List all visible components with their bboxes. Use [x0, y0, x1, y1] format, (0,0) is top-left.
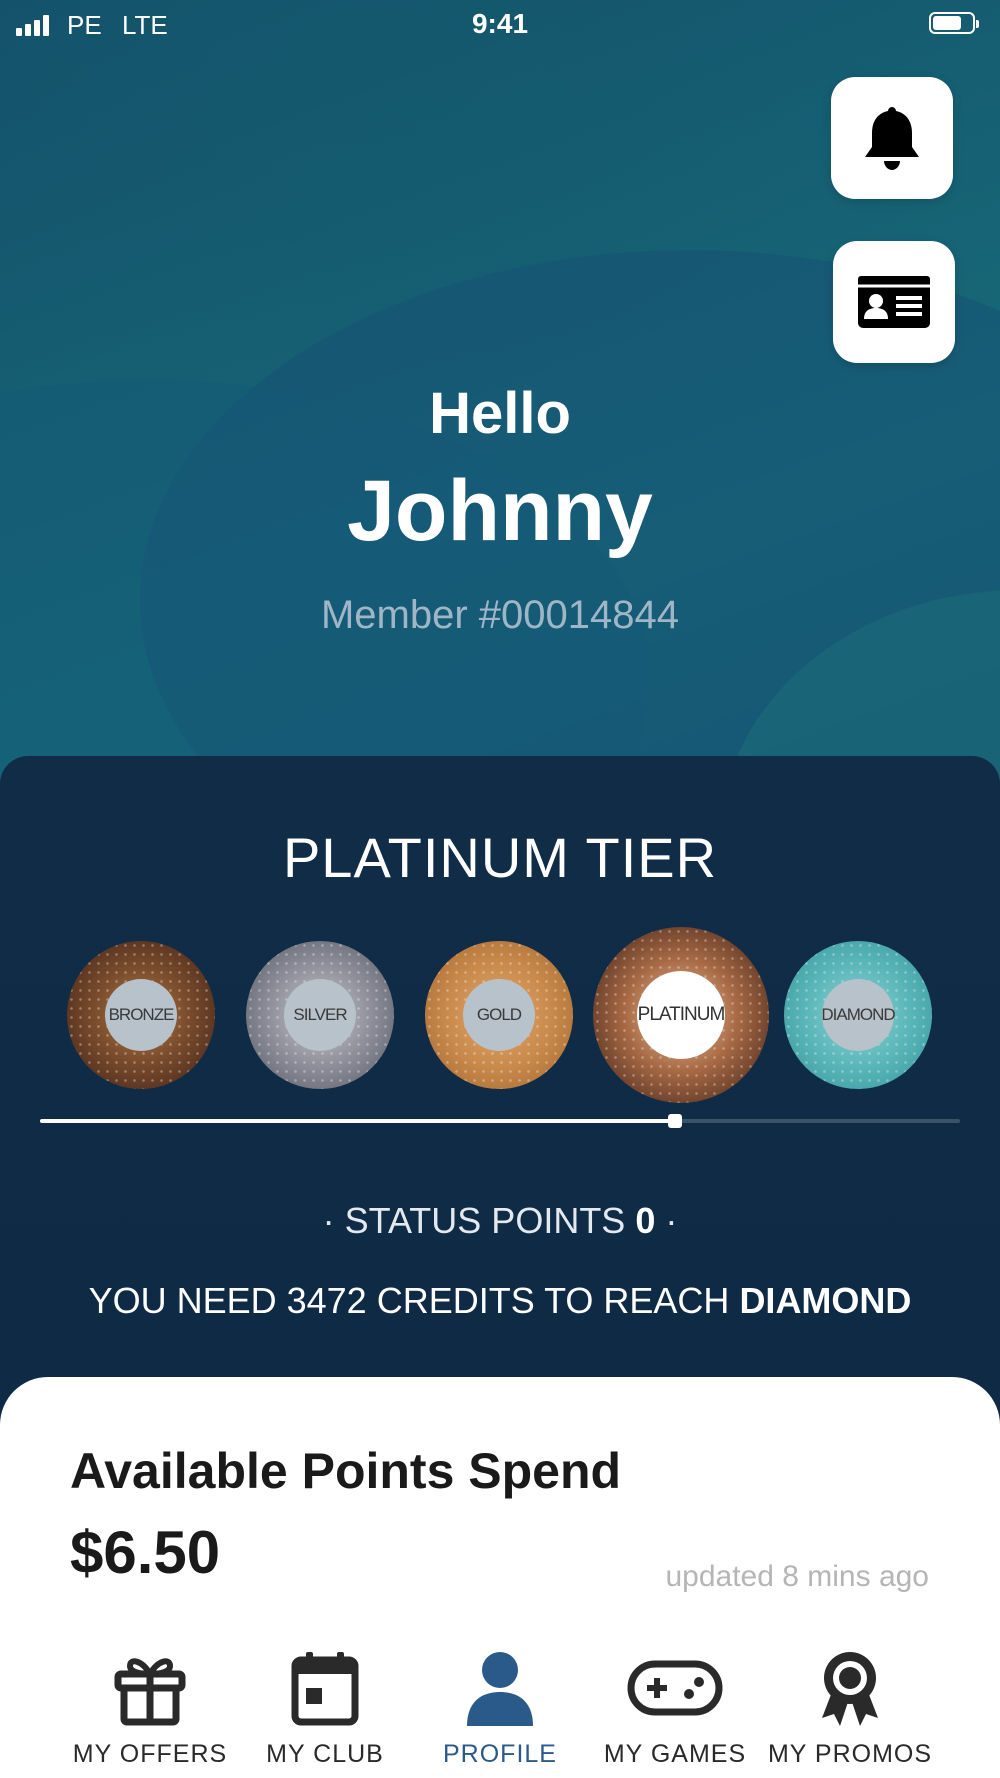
tier-progress-knob	[667, 1114, 682, 1128]
tier-badge-silver[interactable]: SILVER	[246, 941, 394, 1089]
tier-badge-bronze[interactable]: BRONZE	[67, 941, 215, 1089]
tier-badge-label: SILVER	[284, 979, 356, 1051]
tier-badge-platinum[interactable]: PLATINUM	[593, 927, 769, 1103]
status-bar: PE LTE 9:41	[0, 0, 1000, 50]
points-value: $6.50	[70, 1519, 221, 1586]
notifications-button[interactable]	[831, 77, 953, 199]
tab-my-offers[interactable]: MY OFFERS	[60, 1640, 240, 1769]
tier-badge-gold[interactable]: GOLD	[425, 941, 573, 1089]
tier-badge-diamond[interactable]: DIAMOND	[784, 941, 932, 1089]
clock: 9:41	[471, 8, 529, 39]
tab-my-promos[interactable]: MY PROMOS	[760, 1640, 940, 1769]
tier-badge-label: GOLD	[463, 979, 535, 1051]
bell-icon	[865, 107, 919, 170]
tab-label: MY OFFERS	[72, 1740, 228, 1768]
tab-profile[interactable]: PROFILE	[410, 1640, 590, 1769]
gamepad-icon	[627, 1660, 723, 1716]
tab-bar: MY OFFERS MY CLUB PROFILE MY GAMES MY PR…	[0, 1640, 1000, 1778]
credits-needed-text: YOU NEED 3472 CREDITS TO REACH DIAMOND	[88, 1280, 912, 1321]
id-card-icon	[858, 276, 930, 328]
award-icon	[822, 1652, 878, 1726]
tab-my-games[interactable]: MY GAMES	[585, 1640, 765, 1769]
tier-progress-bar	[40, 1114, 960, 1128]
tier-badge-label: BRONZE	[105, 979, 177, 1051]
status-points-value: 0	[635, 1200, 656, 1241]
gift-icon	[114, 1658, 186, 1726]
tier-badge-label: PLATINUM	[637, 971, 725, 1059]
tier-progress-fill	[40, 1119, 675, 1123]
battery-icon	[929, 12, 979, 34]
greeting-text: Hello	[429, 381, 571, 446]
member-name: Johnny	[347, 463, 653, 559]
tier-badge-label: DIAMOND	[821, 979, 896, 1051]
tab-label: MY GAMES	[603, 1740, 747, 1768]
next-tier-name: DIAMOND	[739, 1280, 912, 1321]
tab-my-club[interactable]: MY CLUB	[235, 1640, 415, 1769]
member-card-button[interactable]	[833, 241, 955, 363]
status-points: · STATUS POINTS 0 ·	[322, 1200, 678, 1241]
member-number: Member #00014844	[320, 593, 680, 637]
calendar-icon	[291, 1652, 359, 1726]
person-icon	[467, 1652, 533, 1726]
tab-label: PROFILE	[443, 1740, 557, 1768]
points-label: Available Points Spend	[70, 1443, 622, 1499]
updated-timestamp: updated 8 mins ago	[665, 1560, 929, 1593]
tab-label: MY CLUB	[266, 1740, 384, 1768]
tab-label: MY PROMOS	[767, 1740, 933, 1768]
tier-title: PLATINUM TIER	[282, 826, 718, 889]
